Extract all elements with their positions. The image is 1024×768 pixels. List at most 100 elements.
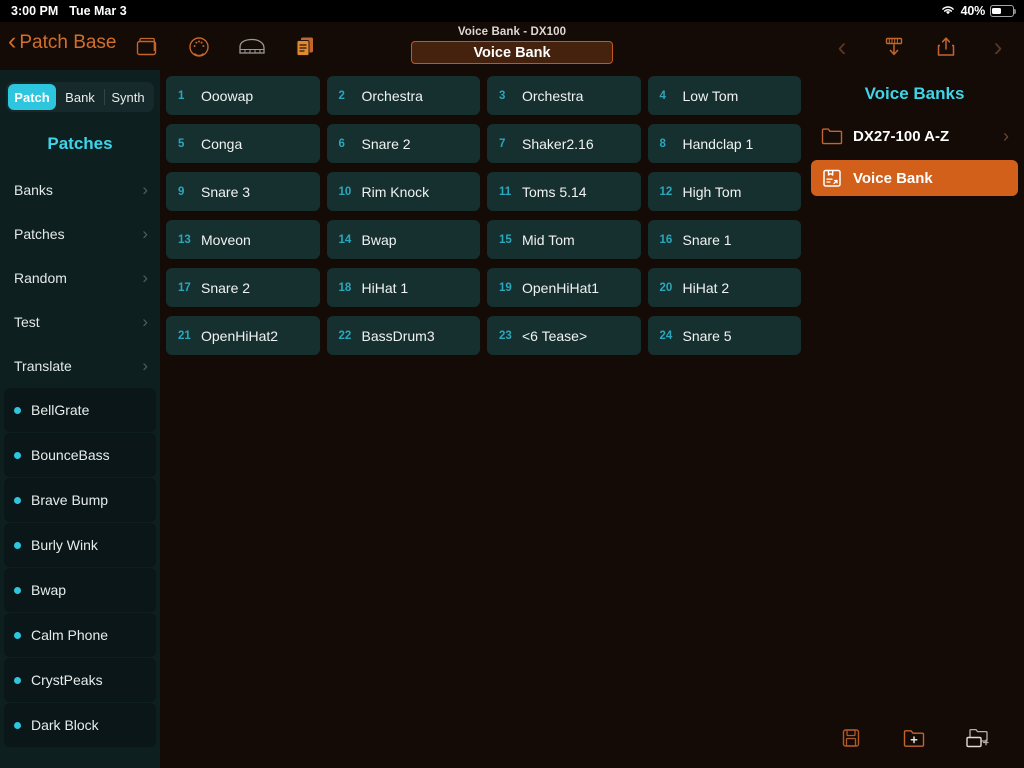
list-item[interactable]: CrystPeaks: [4, 658, 156, 702]
voice-slot-number: 22: [338, 329, 352, 342]
new-folder-icon[interactable]: [894, 721, 934, 755]
voice-slot[interactable]: 14 Bwap: [326, 220, 480, 259]
download-icon: [885, 37, 903, 56]
voice-slot-number: 12: [659, 185, 673, 198]
voice-slot-name: Moveon: [201, 231, 251, 248]
voice-slot[interactable]: 22 BassDrum3: [326, 316, 480, 355]
wifi-icon: [940, 4, 956, 19]
sidebar-item-patches[interactable]: Patches ›: [0, 212, 160, 256]
folder-icon: [821, 127, 847, 145]
list-item[interactable]: Brave Bump: [4, 478, 156, 522]
bank-document-icon: [821, 168, 847, 188]
voice-slot[interactable]: 2 Orchestra: [326, 76, 480, 115]
voice-slot[interactable]: 3 Orchestra: [487, 76, 641, 115]
voice-slot[interactable]: 17 Snare 2: [166, 268, 320, 307]
voice-slot[interactable]: 5 Conga: [166, 124, 320, 163]
voice-slot[interactable]: 6 Snare 2: [326, 124, 480, 163]
voice-slot[interactable]: 15 Mid Tom: [487, 220, 641, 259]
save-floppy-icon[interactable]: [831, 721, 871, 755]
voice-bank-title-button[interactable]: Voice Bank: [411, 41, 613, 64]
patch-name: Dark Block: [31, 717, 99, 733]
sidebar-item-random[interactable]: Random ›: [0, 256, 160, 300]
voice-slot-name: Conga: [201, 135, 243, 152]
voice-slot[interactable]: 19 OpenHiHat1: [487, 268, 641, 307]
chevron-right-icon: ›: [142, 224, 148, 243]
voice-slot-number: 2: [338, 89, 345, 102]
bullet-dot-icon: [14, 541, 21, 549]
voice-slot-name: Snare 5: [682, 327, 732, 344]
voice-slot-number: 18: [338, 281, 352, 294]
app-root: 3:00 PM Tue Mar 3 40% ‹ Patch Base Voice…: [0, 0, 1024, 768]
voice-slot-name: HiHat 2: [682, 279, 730, 296]
voice-bank-item[interactable]: DX27-100 A-Z ›: [811, 118, 1018, 154]
voice-slot-name: Snare 2: [361, 135, 411, 152]
top-toolbar: ‹ Patch Base Voice Bank - DX100 Voice Ba…: [0, 22, 1024, 70]
list-item[interactable]: Bwap: [4, 568, 156, 612]
next-button[interactable]: ›: [972, 32, 1024, 62]
voice-slot[interactable]: 9 Snare 3: [166, 172, 320, 211]
list-item[interactable]: BellGrate: [4, 388, 156, 432]
voice-slot[interactable]: 11 Toms 5.14: [487, 172, 641, 211]
voice-slot-number: 9: [178, 185, 185, 198]
voice-slot-number: 24: [659, 329, 673, 342]
voice-slot-name: Shaker2.16: [522, 135, 594, 152]
segment-synth[interactable]: Synth: [104, 84, 152, 110]
voice-slot-name: Mid Tom: [522, 231, 575, 248]
voice-slot[interactable]: 20 HiHat 2: [647, 268, 801, 307]
voice-slot-name: OpenHiHat1: [522, 279, 600, 296]
duplicate-folder-icon[interactable]: [958, 721, 998, 755]
segment-patch[interactable]: Patch: [8, 84, 56, 110]
list-item[interactable]: Calm Phone: [4, 613, 156, 657]
patch-name: CrystPeaks: [31, 672, 103, 688]
segment-bank[interactable]: Bank: [56, 84, 104, 110]
voice-slot[interactable]: 10 Rim Knock: [326, 172, 480, 211]
bullet-dot-icon: [14, 496, 21, 504]
voice-slot[interactable]: 23 <6 Tease>: [487, 316, 641, 355]
chevron-right-icon: ›: [142, 356, 148, 375]
share-button[interactable]: [920, 32, 972, 62]
voice-slot-number: 16: [659, 233, 673, 246]
voice-slot-name: <6 Tease>: [522, 327, 588, 344]
voice-slot-name: Handclap 1: [682, 135, 754, 152]
bullet-dot-icon: [14, 631, 21, 639]
voice-slot-number: 8: [659, 137, 666, 150]
voice-grid: 1 Ooowap 2 Orchestra 3 Orchestra 4 Low Tom 5 Cong…: [166, 76, 801, 355]
download-button[interactable]: [868, 32, 920, 62]
voice-slot[interactable]: 12 High Tom: [647, 172, 801, 211]
sidebar-item-label: Test: [14, 314, 40, 330]
voice-slot-number: 6: [338, 137, 345, 150]
voice-slot[interactable]: 24 Snare 5: [647, 316, 801, 355]
list-item[interactable]: BounceBass: [4, 433, 156, 477]
voice-slot[interactable]: 13 Moveon: [166, 220, 320, 259]
bullet-dot-icon: [14, 676, 21, 684]
status-right: 40%: [940, 4, 1024, 19]
voice-slot[interactable]: 16 Snare 1: [647, 220, 801, 259]
voice-slot[interactable]: 4 Low Tom: [647, 76, 801, 115]
voice-bank-item[interactable]: Voice Bank: [811, 160, 1018, 196]
voice-slot-number: 10: [338, 185, 352, 198]
voice-slot-number: 20: [659, 281, 673, 294]
voice-slot-name: Rim Knock: [361, 183, 430, 200]
voice-bank-label: Voice Bank: [853, 169, 933, 187]
chevron-right-icon: ›: [1003, 125, 1009, 146]
voice-slot-name: Ooowap: [201, 87, 254, 104]
voice-slot[interactable]: 7 Shaker2.16: [487, 124, 641, 163]
voice-slot[interactable]: 8 Handclap 1: [647, 124, 801, 163]
voice-slot[interactable]: 18 HiHat 1: [326, 268, 480, 307]
main-content: 1 Ooowap 2 Orchestra 3 Orchestra 4 Low Tom 5 Cong…: [160, 70, 805, 768]
sidebar-item-banks[interactable]: Banks ›: [0, 168, 160, 212]
voice-slot-name: Snare 2: [201, 279, 251, 296]
prev-chevron-icon: ‹: [837, 31, 847, 62]
voice-slot[interactable]: 21 OpenHiHat2: [166, 316, 320, 355]
bullet-dot-icon: [14, 406, 21, 414]
list-item[interactable]: Dark Block: [4, 703, 156, 747]
prev-button[interactable]: ‹: [816, 32, 868, 62]
sidebar-item-test[interactable]: Test ›: [0, 300, 160, 344]
sidebar-item-translate[interactable]: Translate ›: [0, 344, 160, 388]
list-item[interactable]: Burly Wink: [4, 523, 156, 567]
voice-slot[interactable]: 1 Ooowap: [166, 76, 320, 115]
voice-slot-number: 15: [499, 233, 512, 246]
voice-slot-name: Bwap: [361, 231, 397, 248]
voice-slot-name: Orchestra: [522, 87, 584, 104]
bullet-dot-icon: [14, 721, 21, 729]
